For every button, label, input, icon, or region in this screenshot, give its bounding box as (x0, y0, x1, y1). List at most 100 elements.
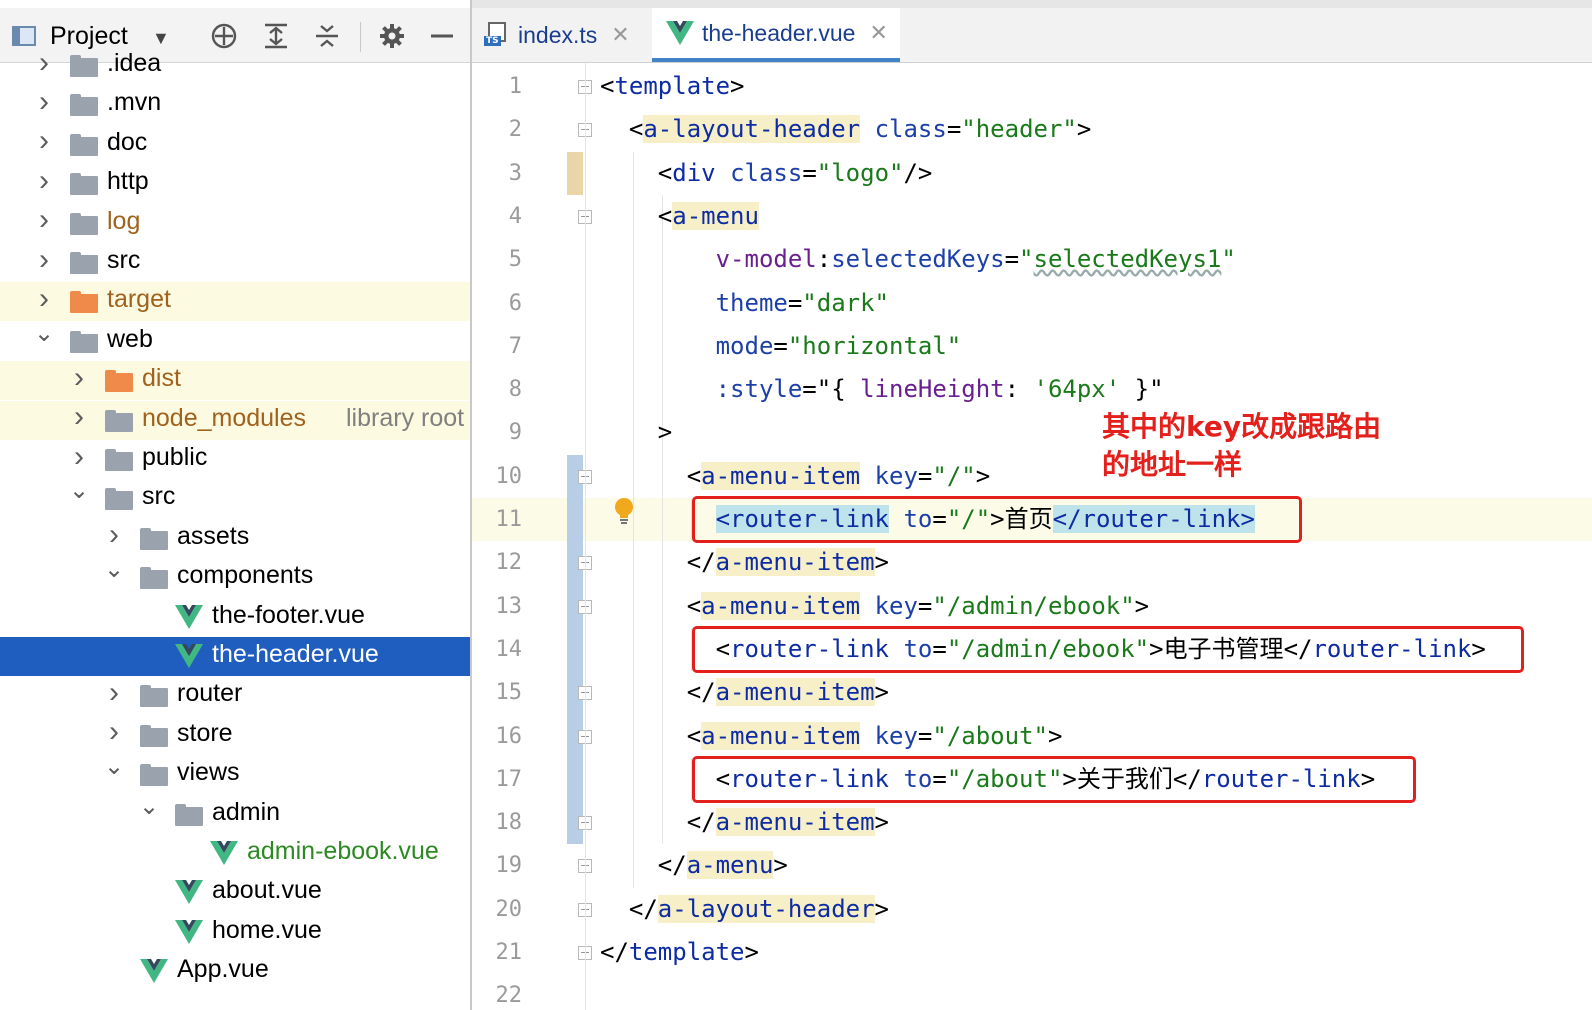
code-line[interactable]: <a-menu (600, 195, 759, 238)
code-line[interactable]: </a-layout-header> (600, 888, 889, 931)
code-line[interactable]: </a-menu-item> (600, 671, 889, 714)
code-line[interactable]: <a-menu-item key="/admin/ebook"> (600, 585, 1149, 628)
code-line[interactable]: :style="{ lineHeight: '64px' }" (600, 368, 1164, 411)
tree-item[interactable]: the-header.vue (0, 637, 470, 676)
chevron-right-icon[interactable]: › (34, 82, 54, 121)
chevron-right-icon[interactable]: › (34, 279, 54, 318)
code-line[interactable]: mode="horizontal" (600, 325, 962, 368)
tree-item[interactable]: home.vue (0, 913, 470, 952)
tree-item[interactable]: › node_modules library root (0, 398, 470, 440)
tree-item[interactable]: ⌄ components (0, 556, 470, 597)
tab-index-ts[interactable]: TS index.ts ✕ (484, 8, 652, 62)
code-token: a-menu-item (701, 721, 861, 750)
tree-item[interactable]: › log (0, 201, 470, 243)
code-token: div (672, 158, 716, 187)
chevron-right-icon[interactable]: › (69, 358, 89, 397)
code-line[interactable]: <a-menu-item key="/"> (600, 455, 990, 498)
annotation-line-1: 其中的key改成跟路由 (1102, 410, 1382, 443)
code-token: }" (1120, 375, 1164, 404)
code-token: '64px' (1033, 375, 1121, 404)
chevron-down-icon[interactable]: ⌄ (104, 550, 124, 589)
folder-icon (70, 291, 98, 314)
chevron-right-icon[interactable]: › (104, 673, 124, 712)
code-token: class (874, 115, 947, 144)
tree-item[interactable]: › target (0, 279, 470, 322)
tree-item[interactable]: › dist (0, 358, 470, 401)
chevron-down-icon[interactable]: ⌄ (139, 787, 159, 826)
line-number: 17 (495, 766, 523, 792)
chevron-down-icon[interactable]: ⌄ (34, 314, 54, 353)
tab-the-header-vue[interactable]: the-header.vue ✕ (652, 8, 900, 62)
folder-icon (105, 370, 133, 393)
code-token: > (874, 678, 889, 707)
code-line[interactable]: <template> (600, 65, 745, 108)
folder-icon (140, 724, 168, 747)
chevron-right-icon[interactable]: › (104, 713, 124, 752)
code-line[interactable]: </template> (600, 931, 759, 974)
tree-item[interactable]: about.vue (0, 873, 470, 912)
tree-item-label: log (107, 206, 141, 235)
tree-item[interactable]: › assets (0, 516, 470, 558)
code-line[interactable]: </a-menu> (600, 844, 788, 887)
code-token: = (917, 721, 933, 750)
code-line[interactable]: <a-layout-header class="header"> (600, 108, 1091, 151)
code-token: "/" (932, 461, 976, 490)
chevron-right-icon[interactable]: › (69, 398, 89, 437)
tree-item[interactable]: › doc (0, 122, 470, 164)
close-icon[interactable]: ✕ (611, 22, 629, 48)
chevron-right-icon[interactable]: › (34, 240, 54, 279)
code-token: > (975, 461, 991, 490)
code-line[interactable]: <a-menu-item key="/about"> (600, 715, 1062, 758)
code-token: selectedKeys1 (1033, 245, 1222, 274)
code-editor[interactable]: 1 2 3 4 5 6 7 8 9 10 11 12 13 14 15 16 17 18 19 20 21 22 <tem… (472, 63, 1592, 1010)
tree-item[interactable]: ⌄ admin (0, 793, 470, 834)
folder-icon (70, 212, 98, 235)
code-token: "/about" (932, 721, 1048, 750)
chevron-down-icon[interactable]: ⌄ (104, 747, 124, 786)
chevron-right-icon[interactable]: › (69, 437, 89, 476)
line-number: 1 (508, 74, 522, 99)
line-number: 12 (495, 550, 523, 576)
chevron-right-icon[interactable]: › (104, 516, 124, 555)
tab-label: the-header.vue (702, 19, 856, 46)
code-area[interactable]: <template> <a-layout-header class="heade… (586, 63, 1592, 1010)
tree-item[interactable]: App.vue (0, 952, 470, 991)
folder-icon (140, 685, 168, 708)
tree-item[interactable]: › store (0, 713, 470, 755)
code-token: > (874, 894, 889, 923)
chevron-right-icon[interactable]: › (34, 122, 54, 161)
tree-item[interactable]: › src (0, 243, 470, 282)
code-line[interactable]: v-model:selectedKeys="selectedKeys1" (600, 238, 1236, 281)
tree-item[interactable]: ⌄ src (0, 477, 470, 518)
code-token: key (874, 461, 918, 490)
tree-item[interactable]: › router (0, 676, 470, 715)
code-token: : (816, 245, 832, 274)
folder-icon (70, 173, 98, 196)
code-token: = (773, 331, 788, 360)
tree-item[interactable]: ⌄ views (0, 753, 470, 794)
close-icon[interactable]: ✕ (869, 20, 887, 46)
chevron-right-icon[interactable]: › (34, 43, 54, 82)
tree-item[interactable]: › .idea (0, 46, 470, 85)
lightbulb-icon[interactable] (614, 497, 634, 527)
code-line[interactable]: </a-menu-item> (600, 541, 889, 584)
tree-item[interactable]: ⌄ web (0, 320, 470, 361)
chevron-down-icon[interactable]: ⌄ (69, 471, 89, 510)
tree-item[interactable]: › http (0, 164, 470, 203)
code-line[interactable]: > (600, 411, 672, 454)
typescript-file-icon: TS (484, 22, 510, 48)
code-token: > (1134, 591, 1150, 620)
tree-item[interactable]: admin-ebook.vue (0, 834, 470, 873)
code-line[interactable]: theme="dark" (600, 282, 889, 325)
code-line[interactable]: </a-menu-item> (600, 801, 889, 844)
code-token: > (874, 548, 889, 577)
tree-item[interactable]: the-footer.vue (0, 598, 470, 637)
tree-item[interactable]: › .mvn (0, 85, 470, 124)
chevron-right-icon[interactable]: › (34, 161, 54, 200)
code-line[interactable]: <div class="logo"/> (600, 152, 933, 195)
code-token: < (600, 201, 673, 230)
vcs-change-marker[interactable] (567, 454, 583, 845)
chevron-right-icon[interactable]: › (34, 201, 54, 240)
vcs-change-marker[interactable] (567, 151, 583, 195)
